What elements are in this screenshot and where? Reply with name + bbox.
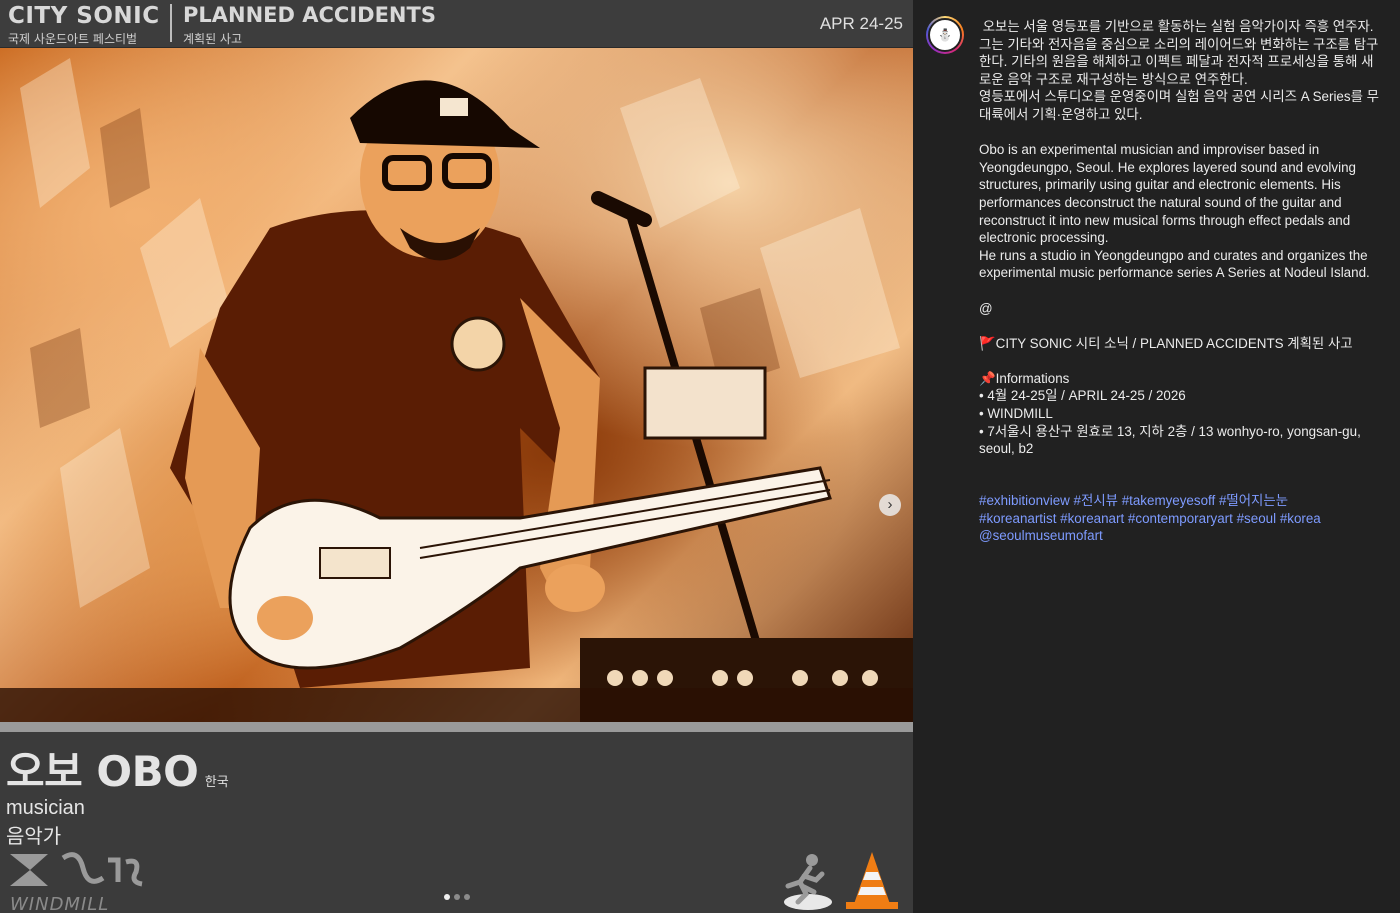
- event-subtitle: 계획된 사고: [183, 32, 243, 46]
- event-title-block: PLANNED ACCIDENTS 계획된 사고: [183, 3, 436, 47]
- carousel-indicator: [444, 894, 470, 900]
- artist-role-ko: 음악가: [6, 826, 62, 848]
- festival-name: CITY SONIC: [8, 3, 160, 29]
- artist-caption: 오보 OBO 한국 musician 음악가: [6, 738, 229, 849]
- hashtag-link[interactable]: #contemporaryart: [1128, 511, 1233, 526]
- hashtag-link[interactable]: #seoul: [1237, 511, 1276, 526]
- mention-link[interactable]: @seoulmuseumofart: [979, 528, 1103, 543]
- hashtag-link[interactable]: #korea: [1280, 511, 1321, 526]
- hashtag-link[interactable]: #exhibitionview: [979, 493, 1070, 508]
- sponsor-logo-icon: [10, 852, 143, 887]
- guitarist-illustration: [0, 58, 913, 722]
- event-date: APR 24-25: [819, 14, 903, 33]
- runner-icon: [784, 854, 832, 910]
- festival-brand: CITY SONIC 국제 사운드아트 페스티벌: [8, 3, 160, 47]
- artist-country: 한국: [204, 774, 229, 789]
- event-title: PLANNED ACCIDENTS: [183, 3, 436, 27]
- post-caption-text: 오보는 서울 영등포를 기반으로 활동하는 실험 음악가이자 즉흥 연주자. 그…: [979, 19, 1379, 457]
- hashtag-link[interactable]: #koreanartist: [979, 511, 1056, 526]
- windmill-logo: WINDMILL: [10, 894, 110, 913]
- hashtag-link[interactable]: #koreanart: [1060, 511, 1124, 526]
- carousel-dot[interactable]: [444, 894, 450, 900]
- header-divider: [170, 4, 172, 42]
- hashtag-link[interactable]: #전시뷰: [1074, 493, 1118, 508]
- photo-border: [0, 722, 913, 732]
- hashtag-list: #exhibitionview #전시뷰 #takemyeyesoff #떨어지…: [979, 492, 1379, 545]
- artist-photo: ›: [0, 48, 913, 722]
- post-media: CITY SONIC 국제 사운드아트 페스티벌 PLANNED ACCIDEN…: [0, 0, 913, 913]
- poster-header: CITY SONIC 국제 사운드아트 페스티벌 PLANNED ACCIDEN…: [0, 0, 913, 48]
- artist-role-en: musician: [6, 797, 85, 819]
- post-caption-panel: ⛄ 오보는 서울 영등포를 기반으로 활동하는 실험 음악가이자 즉흥 연주자.…: [913, 0, 1400, 913]
- account-avatar[interactable]: ⛄: [926, 16, 964, 54]
- carousel-next-button[interactable]: ›: [879, 494, 901, 516]
- hashtag-link[interactable]: #떨어지는눈: [1219, 493, 1288, 508]
- artist-name: 오보 OBO: [6, 747, 199, 796]
- hashtag-link[interactable]: #takemyeyesoff: [1122, 493, 1216, 508]
- avatar-image: ⛄: [928, 18, 962, 52]
- sponsor-logos: WINDMILL: [8, 848, 148, 913]
- carousel-dot[interactable]: [464, 894, 470, 900]
- carousel-dot[interactable]: [454, 894, 460, 900]
- festival-subtitle: 국제 사운드아트 페스티벌: [8, 32, 138, 46]
- traffic-cone-icon: [846, 852, 898, 909]
